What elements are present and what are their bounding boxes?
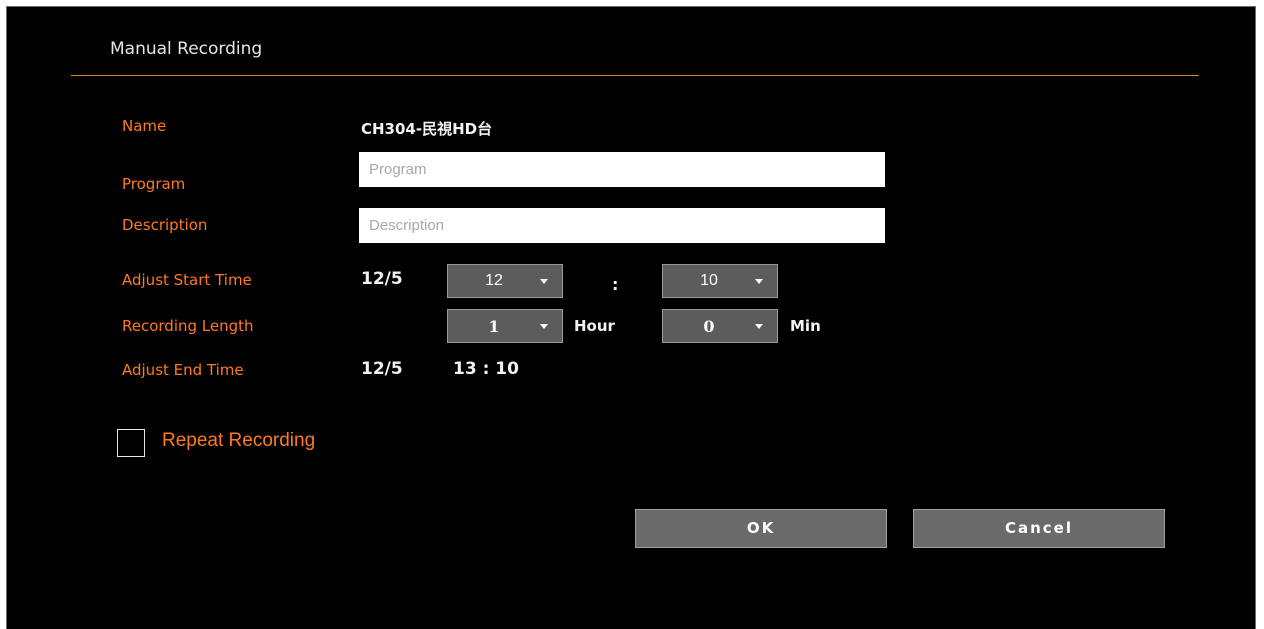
start-date-value: 12/5 <box>361 269 403 289</box>
program-label: Program <box>122 175 186 193</box>
recording-length-label: Recording Length <box>122 317 254 335</box>
length-minutes-select[interactable]: 0 <box>662 309 778 343</box>
name-label: Name <box>122 117 167 135</box>
length-minutes-value: 0 <box>703 317 715 336</box>
manual-recording-dialog: Manual Recording Name CH304-民視HD台 Progra… <box>6 6 1256 629</box>
program-input[interactable] <box>359 152 885 187</box>
minutes-unit-label: Min <box>790 317 821 335</box>
caret-down-icon <box>755 324 763 329</box>
time-separator: : <box>612 275 619 294</box>
caret-down-icon <box>755 279 763 284</box>
cancel-button[interactable]: Cancel <box>913 509 1165 548</box>
start-time-label: Adjust Start Time <box>122 271 252 289</box>
start-minute-select[interactable]: 10 <box>662 264 778 298</box>
dialog-title: Manual Recording <box>110 39 263 59</box>
hours-unit-label: Hour <box>574 317 615 335</box>
start-hour-value: 12 <box>485 272 503 289</box>
title-divider <box>71 75 1199 76</box>
end-date-value: 12/5 <box>361 359 403 379</box>
repeat-recording-checkbox[interactable] <box>117 429 145 457</box>
length-hours-select[interactable]: 1 <box>447 309 563 343</box>
start-hour-select[interactable]: 12 <box>447 264 563 298</box>
description-input[interactable] <box>359 208 885 243</box>
start-minute-value: 10 <box>700 272 718 289</box>
end-time-label: Adjust End Time <box>122 361 244 379</box>
length-hours-value: 1 <box>488 317 500 336</box>
repeat-recording-label[interactable]: Repeat Recording <box>162 430 315 452</box>
caret-down-icon <box>540 324 548 329</box>
channel-name-value: CH304-民視HD台 <box>361 120 493 138</box>
description-label: Description <box>122 216 208 234</box>
ok-button[interactable]: OK <box>635 509 887 548</box>
caret-down-icon <box>540 279 548 284</box>
end-time-value: 13 : 10 <box>453 359 519 379</box>
